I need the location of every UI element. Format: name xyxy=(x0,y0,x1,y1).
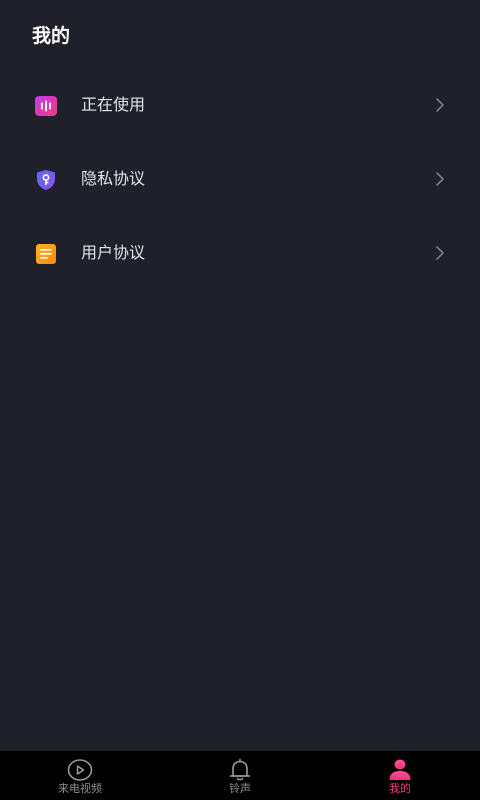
chevron-right-icon xyxy=(436,98,444,112)
menu-item-in-use[interactable]: 正在使用 xyxy=(0,68,480,142)
tab-label: 铃声 xyxy=(229,782,251,795)
tab-label: 来电视频 xyxy=(58,782,102,795)
bell-icon xyxy=(229,758,251,781)
settings-menu: 正在使用 隐私协议 用户协议 xyxy=(0,68,480,290)
shield-key-icon xyxy=(37,170,55,190)
document-list-icon xyxy=(36,244,56,264)
play-circle-icon xyxy=(67,759,93,781)
tab-ringtone[interactable]: 铃声 xyxy=(160,751,320,800)
bottom-tab-bar: 来电视频 铃声 我的 xyxy=(0,751,480,800)
menu-item-user-agreement[interactable]: 用户协议 xyxy=(0,216,480,290)
tab-label: 我的 xyxy=(389,782,411,795)
chevron-right-icon xyxy=(436,172,444,186)
menu-item-label: 用户协议 xyxy=(81,243,146,262)
user-icon xyxy=(389,759,411,780)
menu-item-label: 正在使用 xyxy=(81,95,146,114)
menu-item-label: 隐私协议 xyxy=(81,169,146,188)
audio-bars-icon xyxy=(35,96,57,116)
page-title: 我的 xyxy=(32,25,71,47)
tab-mine[interactable]: 我的 xyxy=(320,751,480,800)
menu-item-privacy-policy[interactable]: 隐私协议 xyxy=(0,142,480,216)
tab-incoming-video[interactable]: 来电视频 xyxy=(0,751,160,800)
chevron-right-icon xyxy=(436,246,444,260)
